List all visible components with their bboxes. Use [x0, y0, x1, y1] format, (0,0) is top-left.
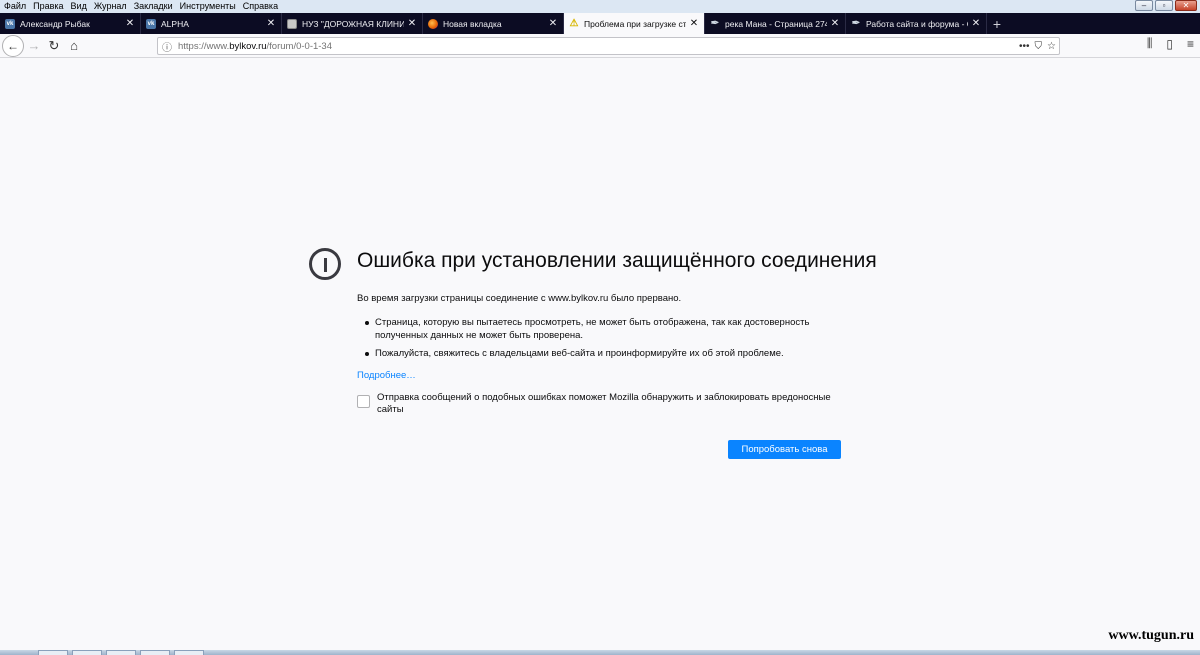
tab-aleksandr-rybak[interactable]: vk Александр Рыбак ✕	[0, 13, 141, 34]
page-title: Ошибка при установлении защищённого соед…	[357, 249, 877, 272]
tab-strip: vk Александр Рыбак ✕ vk ALPHA ✕ НУЗ "ДОР…	[0, 13, 1200, 34]
close-tab-icon[interactable]: ✕	[266, 18, 276, 29]
menu-edit[interactable]: Правка	[33, 0, 63, 13]
report-label: Отправка сообщений о подобных ошибках по…	[377, 392, 831, 415]
menu-help[interactable]: Справка	[243, 0, 278, 13]
url-host: bylkov.ru	[229, 40, 267, 52]
menu-bookmarks[interactable]: Закладки	[134, 0, 173, 13]
nav-bar: ← → ↻ ⌂ ⓘ https://www.bylkov.ru/forum/0-…	[0, 34, 1200, 58]
watermark: www.tugun.ru	[1108, 628, 1194, 643]
error-intro: Во время загрузки страницы соединение с …	[357, 293, 682, 304]
list-item: Пожалуйста, свяжитесь с владельцами веб-…	[365, 347, 835, 360]
tab-new-tab[interactable]: Новая вкладка ✕	[423, 13, 564, 34]
tab-label: Проблема при загрузке стран	[584, 18, 686, 29]
library-icon[interactable]: ⫼	[1147, 36, 1153, 51]
tab-label: Новая вкладка	[443, 18, 502, 29]
tab-label: ALPHA	[161, 18, 189, 29]
site-info-icon[interactable]: ⓘ	[158, 38, 176, 54]
firefox-icon	[428, 18, 438, 29]
try-again-button[interactable]: Попробовать снова	[728, 440, 841, 459]
tab-alpha[interactable]: vk ALPHA ✕	[141, 13, 282, 34]
menu-history[interactable]: Журнал	[94, 0, 127, 13]
close-tab-icon[interactable]: ✕	[830, 18, 840, 29]
close-tab-icon[interactable]: ✕	[125, 18, 135, 29]
menu-items: Файл Правка Вид Журнал Закладки Инструме…	[0, 0, 278, 13]
feather-icon: ✒	[851, 18, 861, 29]
close-tab-icon[interactable]: ✕	[971, 18, 981, 29]
report-errors-option: Отправка сообщений о подобных ошибках по…	[357, 392, 837, 416]
close-tab-icon[interactable]: ✕	[407, 18, 417, 29]
url-bar[interactable]: ⓘ https://www.bylkov.ru/forum/0-0-1-34 •…	[157, 37, 1060, 55]
tab-nuz-clinic[interactable]: НУЗ "ДОРОЖНАЯ КЛИНИЧЕ ✕	[282, 13, 423, 34]
menu-tools[interactable]: Инструменты	[180, 0, 236, 13]
window-controls: – ▫ ✕	[1135, 0, 1197, 11]
close-tab-icon[interactable]: ✕	[689, 18, 699, 29]
taskbar	[0, 650, 1200, 655]
tab-label: НУЗ "ДОРОЖНАЯ КЛИНИЧЕ	[302, 18, 404, 29]
taskbar-item[interactable]	[140, 650, 170, 655]
taskbar-item[interactable]	[72, 650, 102, 655]
url-prefix: https://www.	[178, 40, 230, 52]
menu-hamburger-icon[interactable]: ≡	[1187, 37, 1194, 51]
report-checkbox[interactable]	[357, 395, 370, 408]
bookmark-star-icon[interactable]: ☆	[1047, 41, 1056, 52]
learn-more-link[interactable]: Подробнее…	[357, 370, 416, 381]
back-button[interactable]: ←	[2, 34, 24, 57]
taskbar-item[interactable]	[174, 650, 204, 655]
url-path: /forum/0-0-1-34	[266, 40, 333, 52]
site-icon	[287, 18, 297, 29]
close-tab-icon[interactable]: ✕	[548, 18, 558, 29]
toolbar-right: ⫼ ▯ ≡	[1147, 36, 1194, 51]
taskbar-item[interactable]	[106, 650, 136, 655]
tab-load-problem[interactable]: ⚠ Проблема при загрузке стран ✕	[564, 13, 705, 34]
tab-label: Работа сайта и форума - Стр	[866, 18, 968, 29]
home-button[interactable]: ⌂	[64, 36, 84, 56]
new-tab-button[interactable]: +	[987, 13, 1007, 34]
pocket-icon[interactable]: ⛉	[1035, 41, 1043, 52]
maximize-button[interactable]: ▫	[1155, 0, 1173, 11]
tab-reka-mana[interactable]: ✒ река Мана - Страница 274 - С ✕	[705, 13, 846, 34]
menu-bar: Файл Правка Вид Журнал Закладки Инструме…	[0, 0, 1200, 13]
vk-icon: vk	[5, 18, 15, 29]
tab-label: река Мана - Страница 274 - С	[725, 18, 827, 29]
tab-site-forum[interactable]: ✒ Работа сайта и форума - Стр ✕	[846, 13, 987, 34]
close-window-button[interactable]: ✕	[1175, 0, 1197, 11]
reload-button[interactable]: ↻	[44, 36, 64, 56]
warning-icon: ⚠	[569, 18, 579, 29]
menu-view[interactable]: Вид	[71, 0, 87, 13]
url-text[interactable]: https://www.bylkov.ru/forum/0-0-1-34	[176, 41, 332, 52]
error-details-list: Страница, которую вы пытаетесь просмотре…	[365, 316, 835, 365]
tab-label: Александр Рыбак	[20, 18, 90, 29]
minimize-button[interactable]: –	[1135, 0, 1153, 11]
page-actions-icon[interactable]: •••	[1019, 41, 1030, 52]
feather-icon: ✒	[710, 18, 720, 29]
url-actions: ••• ⛉ ☆	[1019, 38, 1056, 54]
info-icon	[309, 248, 341, 280]
sidebar-icon[interactable]: ▯	[1166, 37, 1173, 51]
menu-file[interactable]: Файл	[4, 0, 26, 13]
taskbar-item[interactable]	[38, 650, 68, 655]
list-item: Страница, которую вы пытаетесь просмотре…	[365, 316, 835, 342]
vk-icon: vk	[146, 18, 156, 29]
forward-button[interactable]: →	[24, 36, 44, 56]
